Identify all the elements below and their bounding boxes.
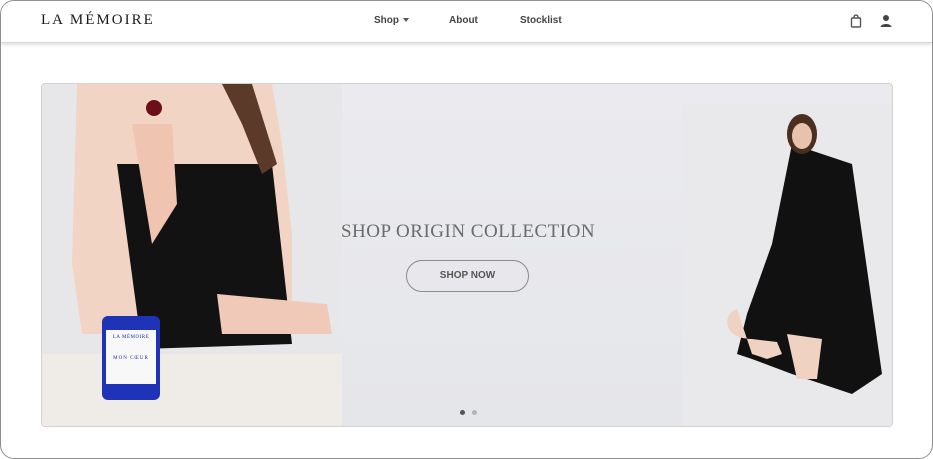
user-icon[interactable] (879, 14, 893, 28)
shop-now-button[interactable]: SHOP NOW (406, 260, 529, 292)
shopping-bag-icon[interactable] (849, 14, 863, 28)
hero-left-image (42, 84, 342, 426)
carousel-dots (460, 402, 480, 420)
carousel-dot-1[interactable] (460, 410, 465, 415)
nav-shop-label: Shop (374, 15, 399, 26)
nav-about[interactable]: About (449, 15, 478, 26)
candle-name-label: MON CŒUR (113, 356, 149, 361)
top-nav: LA MÉMOIRE Shop About Stocklist (1, 1, 932, 43)
hero-banner: LA MÉMOIRE MON CŒUR SHOP ORIGIN COLLECTI… (41, 83, 893, 427)
chevron-down-icon (403, 18, 409, 23)
carousel-dot-2[interactable] (472, 410, 478, 415)
hero-title: SHOP ORIGIN COLLECTION (340, 221, 596, 242)
brand-logo[interactable]: LA MÉMOIRE (41, 12, 155, 29)
candle-product: LA MÉMOIRE MON CŒUR (102, 316, 160, 400)
hero-right-image (682, 104, 892, 426)
browser-frame: LA MÉMOIRE Shop About Stocklist LA MÉMOI… (0, 0, 933, 459)
candle-brand-label: LA MÉMOIRE (112, 335, 150, 340)
nav-stocklist[interactable]: Stocklist (520, 15, 562, 26)
nav-shop[interactable]: Shop (374, 15, 409, 26)
